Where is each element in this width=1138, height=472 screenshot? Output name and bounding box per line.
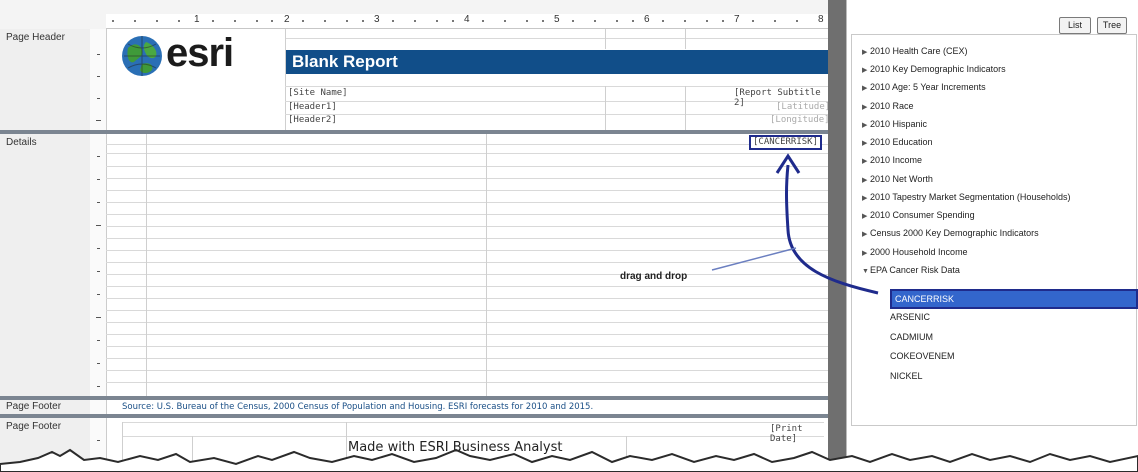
collapse-arrow-icon[interactable]: ▼ [862, 264, 870, 280]
tree-view-button[interactable]: Tree [1097, 17, 1127, 34]
tree-child[interactable]: CADMIUM [890, 329, 933, 345]
details-band[interactable]: Details [CANCERRISK] drag and drop [0, 134, 828, 396]
ruler-number: 2 [284, 14, 290, 25]
ruler-number: 6 [644, 14, 650, 25]
expand-arrow-icon[interactable]: ▶ [862, 45, 870, 61]
data-fields-panel: List Tree ▶ 2010 Health Care (CEX) ▶ 2010 … [846, 0, 1138, 472]
latitude-field[interactable]: [Latitude] [776, 102, 830, 112]
ruler-number: 4 [464, 14, 470, 25]
tree-item[interactable]: ▶ 2010 Hispanic [862, 116, 927, 132]
expand-arrow-icon[interactable]: ▶ [862, 100, 870, 116]
page-footer-band[interactable]: Page Footer Source: U.S. Bureau of the C… [0, 400, 828, 414]
tree-item[interactable]: ▶ 2010 Net Worth [862, 171, 933, 187]
ruler-number: 1 [194, 14, 200, 25]
report-title-bar[interactable]: Blank Report [286, 50, 828, 74]
report-title: Blank Report [292, 52, 398, 71]
expand-arrow-icon[interactable]: ▶ [862, 191, 870, 207]
tree-child[interactable]: COKEOVENEM [890, 348, 955, 364]
tree-item[interactable]: ▶ 2010 Race [862, 98, 914, 114]
expand-arrow-icon[interactable]: ▶ [862, 227, 870, 243]
ruler-number: 7 [734, 14, 740, 25]
site-name-field[interactable]: [Site Name] [288, 88, 348, 98]
tree-item[interactable]: ▶ 2010 Tapestry Market Segmentation (Hous… [862, 189, 1070, 205]
tree-item[interactable]: ▶ Census 2000 Key Demographic Indicators [862, 225, 1039, 241]
tree-item[interactable]: ▶ 2010 Key Demographic Indicators [862, 61, 1006, 77]
tree-item[interactable]: ▶ 2000 Household Income [862, 244, 968, 260]
header2-field[interactable]: [Header2] [288, 115, 337, 125]
globe-icon [122, 36, 162, 76]
esri-logo-text: esri [166, 31, 234, 75]
header1-field[interactable]: [Header1] [288, 102, 337, 112]
pane-splitter[interactable] [828, 0, 846, 472]
tree-item[interactable]: ▶ 2010 Health Care (CEX) [862, 43, 968, 59]
expand-arrow-icon[interactable]: ▶ [862, 209, 870, 225]
details-grid [106, 134, 828, 396]
ruler-number: 8 [818, 14, 824, 25]
expand-arrow-icon[interactable]: ▶ [862, 136, 870, 152]
tree-child-selected[interactable]: CANCERRISK [890, 289, 1138, 309]
ruler-number: 5 [554, 14, 560, 25]
vertical-ruler [90, 400, 107, 414]
cancerrisk-field[interactable]: [CANCERRISK] [749, 135, 823, 150]
vertical-ruler [90, 134, 107, 396]
list-view-button[interactable]: List [1059, 17, 1091, 34]
expand-arrow-icon[interactable]: ▶ [862, 118, 870, 134]
expand-arrow-icon[interactable]: ▶ [862, 63, 870, 79]
tree-item[interactable]: ▶ 2010 Consumer Spending [862, 207, 975, 223]
tree-item-expanded[interactable]: ▼EPA Cancer Risk Data [862, 262, 960, 278]
torn-edge-decoration [0, 448, 1138, 472]
expand-arrow-icon[interactable]: ▶ [862, 81, 870, 97]
band-label: Details [0, 134, 91, 396]
field-tree: ▶ 2010 Health Care (CEX) ▶ 2010 Key Demogr… [851, 34, 1138, 426]
expand-arrow-icon[interactable]: ▶ [862, 246, 870, 262]
tree-item[interactable]: ▶ 2010 Education [862, 134, 933, 150]
vertical-ruler [90, 29, 107, 130]
source-text[interactable]: Source: U.S. Bureau of the Census, 2000 … [122, 402, 593, 412]
tree-child[interactable]: ARSENIC [890, 309, 930, 325]
expand-arrow-icon[interactable]: ▶ [862, 154, 870, 170]
horizontal-ruler: 1 2 3 4 5 6 7 8 [106, 14, 828, 29]
longitude-field[interactable]: [Longitude] [770, 115, 830, 125]
tree-item[interactable]: ▶ 2010 Age: 5 Year Increments [862, 79, 986, 95]
band-label: Page Header [0, 29, 91, 130]
report-designer: 1 2 3 4 5 6 7 8 Page Header esri Blank R… [0, 0, 838, 472]
ruler-number: 3 [374, 14, 380, 25]
tree-item[interactable]: ▶ 2010 Income [862, 152, 922, 168]
expand-arrow-icon[interactable]: ▶ [862, 173, 870, 189]
band-label: Page Footer [0, 400, 91, 414]
header-grid [285, 29, 828, 130]
page-header-band[interactable]: Page Header esri Blank Report [Site Name… [0, 29, 830, 130]
drag-and-drop-label: drag and drop [620, 271, 688, 282]
tree-child[interactable]: NICKEL [890, 368, 923, 384]
